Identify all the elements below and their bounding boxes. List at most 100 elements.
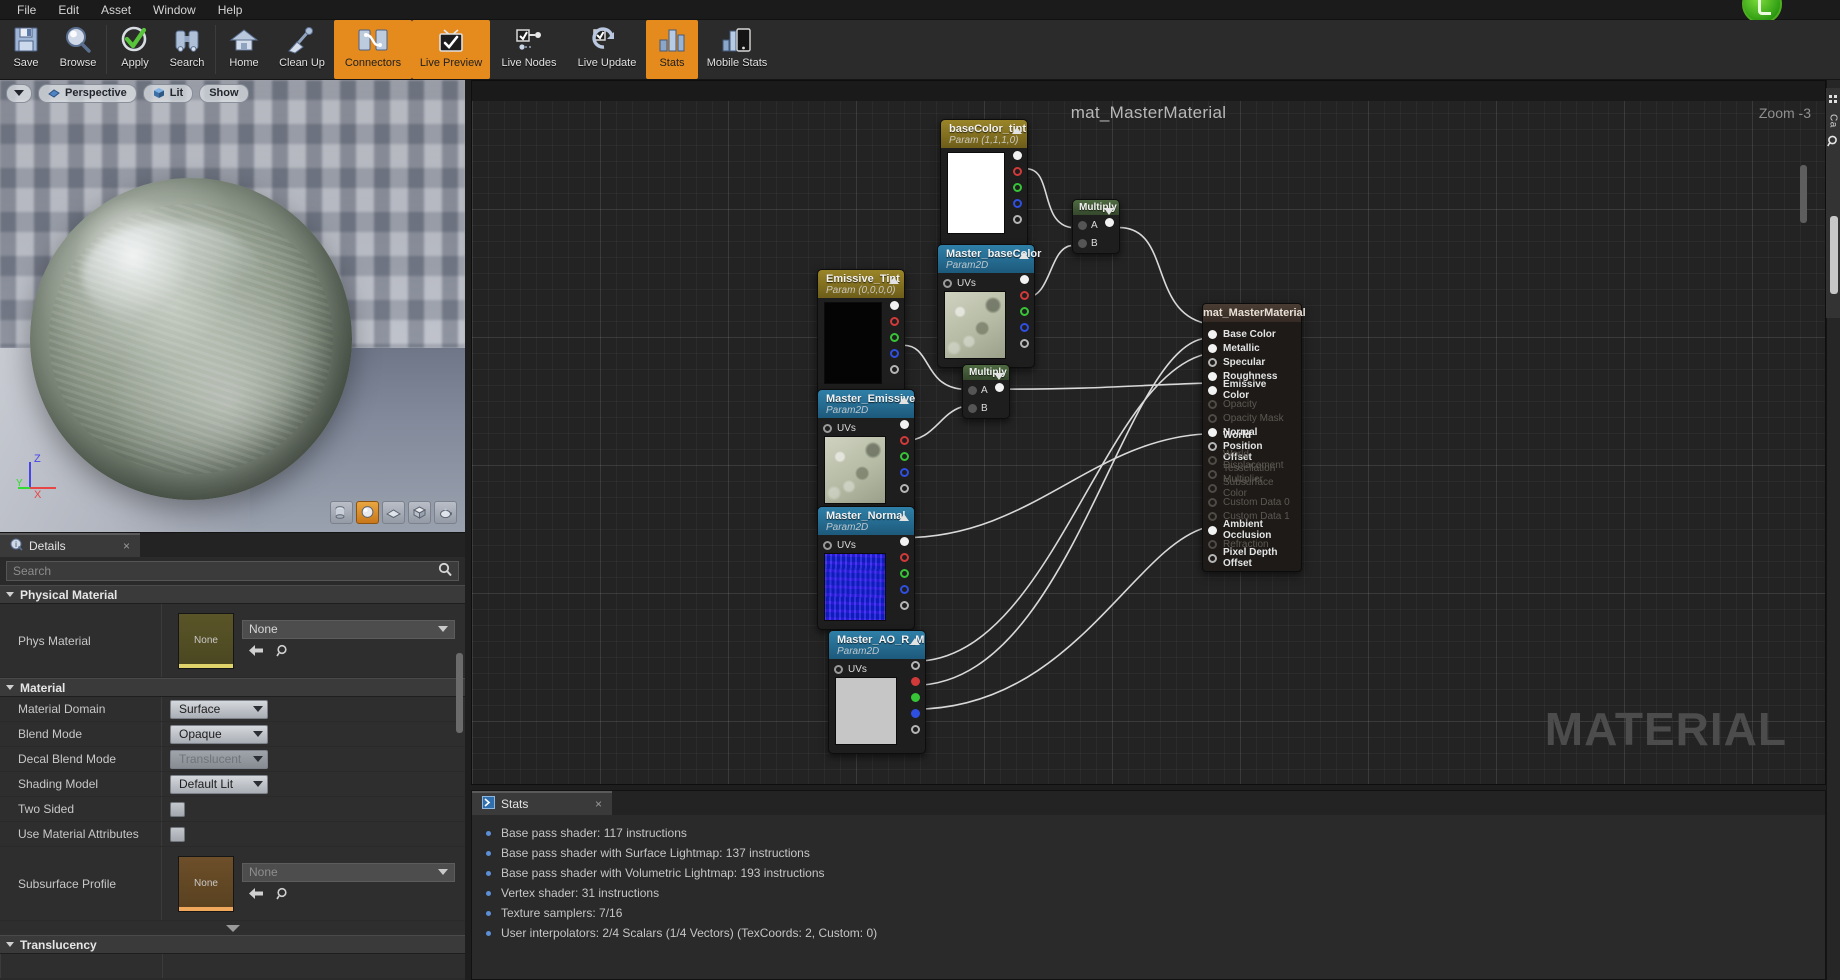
node-material-output[interactable]: mat_MasterMaterial Base Color Metallic S… bbox=[1202, 303, 1306, 572]
teapot-preview-button[interactable] bbox=[434, 501, 457, 524]
toolbar-button-connectors[interactable]: Connectors bbox=[334, 20, 412, 79]
output-pin-a[interactable] bbox=[1020, 339, 1029, 348]
menu-item-window[interactable]: Window bbox=[142, 1, 207, 19]
node-emissive-tint[interactable]: Emissive_Tint Param (0,0,0,0) bbox=[817, 269, 905, 397]
output-pin-a[interactable] bbox=[890, 365, 899, 374]
viewport-lit-button[interactable]: Lit bbox=[142, 83, 194, 103]
browse-search-icon[interactable] bbox=[276, 644, 290, 662]
master-normal-texture-thumbnail[interactable] bbox=[824, 553, 886, 621]
node-basecolor-tint[interactable]: baseColor_tint Param (1,1,1,0) bbox=[940, 119, 1028, 247]
node-multiply-basecolor[interactable]: Multiply A B bbox=[1072, 199, 1120, 254]
palette-scrollbar[interactable] bbox=[1830, 216, 1838, 294]
input-pin-uvs[interactable] bbox=[943, 279, 952, 288]
output-pin-r[interactable] bbox=[911, 677, 920, 686]
viewport-perspective-button[interactable]: Perspective bbox=[38, 83, 137, 103]
two-sided-checkbox[interactable] bbox=[170, 801, 185, 817]
output-pin-g[interactable] bbox=[911, 693, 920, 702]
collapse-icon[interactable] bbox=[1019, 252, 1029, 259]
collapse-icon[interactable] bbox=[889, 277, 899, 284]
output-pin-rgb[interactable] bbox=[900, 420, 909, 429]
graph-vertical-scrollbar[interactable] bbox=[1800, 165, 1807, 223]
toolbar-button-cleanup[interactable]: Clean Up bbox=[270, 20, 334, 79]
node-header-master-emissive[interactable]: Master_Emissive Param2D bbox=[818, 390, 915, 418]
cube-preview-button[interactable] bbox=[408, 501, 431, 524]
output-row-base-color[interactable]: Base Color bbox=[1208, 327, 1293, 341]
collapse-icon[interactable] bbox=[899, 397, 909, 404]
menu-item-asset[interactable]: Asset bbox=[90, 1, 142, 19]
node-header-multiply-emissive[interactable]: Multiply bbox=[963, 365, 1009, 380]
output-pin-b[interactable] bbox=[900, 585, 909, 594]
chevron-down-icon[interactable] bbox=[994, 373, 1004, 380]
material-pin-roughness[interactable] bbox=[1208, 371, 1217, 381]
details-search-box[interactable] bbox=[6, 561, 459, 581]
subsurface-profile-asset-picker[interactable]: None bbox=[242, 862, 455, 882]
toolbar-button-live-preview[interactable]: Live Preview bbox=[412, 20, 490, 79]
collapse-icon[interactable] bbox=[899, 514, 909, 521]
material-pin-pixel-depth-offset[interactable] bbox=[1208, 553, 1217, 563]
tab-stats[interactable]: Stats × bbox=[472, 791, 612, 815]
phys-material-asset-picker[interactable]: None bbox=[242, 619, 455, 639]
output-pin-b[interactable] bbox=[900, 468, 909, 477]
output-pin-b[interactable] bbox=[1020, 323, 1029, 332]
node-header-master-basecolor[interactable]: Master_baseColor Param2D bbox=[938, 245, 1041, 273]
input-pin-uvs[interactable] bbox=[823, 424, 832, 433]
output-pin-a[interactable] bbox=[1013, 215, 1022, 224]
section-header-material[interactable]: Material bbox=[0, 678, 465, 697]
output-pin-rgb[interactable] bbox=[1020, 275, 1029, 284]
viewport-options-button[interactable] bbox=[6, 83, 32, 103]
menu-item-edit[interactable]: Edit bbox=[47, 1, 90, 19]
output-pin-b[interactable] bbox=[890, 349, 899, 358]
toolbar-button-browse[interactable]: Browse bbox=[52, 20, 104, 79]
output-pin-result[interactable] bbox=[1105, 218, 1114, 227]
output-pin-result[interactable] bbox=[995, 383, 1004, 392]
node-header-basecolor-tint[interactable]: baseColor_tint Param (1,1,1,0) bbox=[941, 120, 1027, 148]
toolbar-button-stats[interactable]: Stats bbox=[646, 20, 698, 79]
output-pin-b[interactable] bbox=[911, 709, 920, 718]
blend-mode-dropdown[interactable]: Opaque bbox=[170, 724, 268, 744]
collapse-icon[interactable] bbox=[910, 638, 920, 645]
input-pin-b[interactable] bbox=[968, 403, 977, 413]
input-pin-a[interactable] bbox=[1078, 220, 1087, 230]
output-row-metallic[interactable]: Metallic bbox=[1208, 341, 1293, 355]
node-header-master-ao-r-m[interactable]: Master_AO_R_M Param2D bbox=[829, 631, 925, 659]
node-header-multiply-basecolor[interactable]: Multiply bbox=[1073, 200, 1119, 215]
viewport-show-button[interactable]: Show bbox=[199, 83, 249, 103]
shading-model-dropdown[interactable]: Default Lit bbox=[170, 774, 268, 794]
output-row-pixel-depth-offset[interactable]: Pixel Depth Offset bbox=[1208, 547, 1293, 569]
toolbar-button-home[interactable]: Home bbox=[218, 20, 270, 79]
master-basecolor-texture-thumbnail[interactable] bbox=[944, 291, 1006, 359]
output-pin-rgb[interactable] bbox=[911, 661, 920, 670]
subsurface-profile-thumbnail[interactable]: None bbox=[178, 855, 234, 912]
output-pin-r[interactable] bbox=[890, 317, 899, 326]
cylinder-preview-button[interactable] bbox=[330, 501, 353, 524]
expand-more-handle[interactable] bbox=[0, 921, 465, 935]
sphere-preview-button[interactable] bbox=[356, 501, 379, 524]
input-pin-a[interactable] bbox=[968, 385, 977, 395]
material-domain-dropdown[interactable]: Surface bbox=[170, 699, 268, 719]
output-pin-g[interactable] bbox=[900, 569, 909, 578]
output-pin-a[interactable] bbox=[900, 484, 909, 493]
output-pin-r[interactable] bbox=[900, 553, 909, 562]
output-pin-rgb[interactable] bbox=[1013, 151, 1022, 160]
search-input[interactable] bbox=[13, 564, 438, 578]
section-header-physical-material[interactable]: Physical Material bbox=[0, 585, 465, 604]
plane-preview-button[interactable] bbox=[382, 501, 405, 524]
material-pin-emissive-color[interactable] bbox=[1208, 385, 1217, 395]
output-pin-g[interactable] bbox=[1013, 183, 1022, 192]
output-pin-r[interactable] bbox=[900, 436, 909, 445]
toolbar-button-apply[interactable]: Apply bbox=[109, 20, 161, 79]
node-master-ao-r-m[interactable]: Master_AO_R_M Param2D UVs bbox=[828, 630, 926, 754]
toolbar-button-mobile-stats[interactable]: Mobile Stats bbox=[698, 20, 776, 79]
output-pin-g[interactable] bbox=[1020, 307, 1029, 316]
basecolor-tint-color-swatch[interactable] bbox=[947, 152, 1005, 234]
output-pin-g[interactable] bbox=[900, 452, 909, 461]
preview-sphere-mesh[interactable] bbox=[30, 178, 352, 500]
toolbar-button-live-update[interactable]: Live Update bbox=[568, 20, 646, 79]
menu-item-help[interactable]: Help bbox=[207, 1, 254, 19]
chevron-down-icon[interactable] bbox=[1104, 208, 1114, 215]
toolbar-button-search[interactable]: Search bbox=[161, 20, 213, 79]
palette-search-icon[interactable] bbox=[1827, 134, 1839, 152]
output-pin-g[interactable] bbox=[890, 333, 899, 342]
material-pin-metallic[interactable] bbox=[1208, 343, 1217, 353]
use-material-attributes-checkbox[interactable] bbox=[170, 826, 185, 842]
